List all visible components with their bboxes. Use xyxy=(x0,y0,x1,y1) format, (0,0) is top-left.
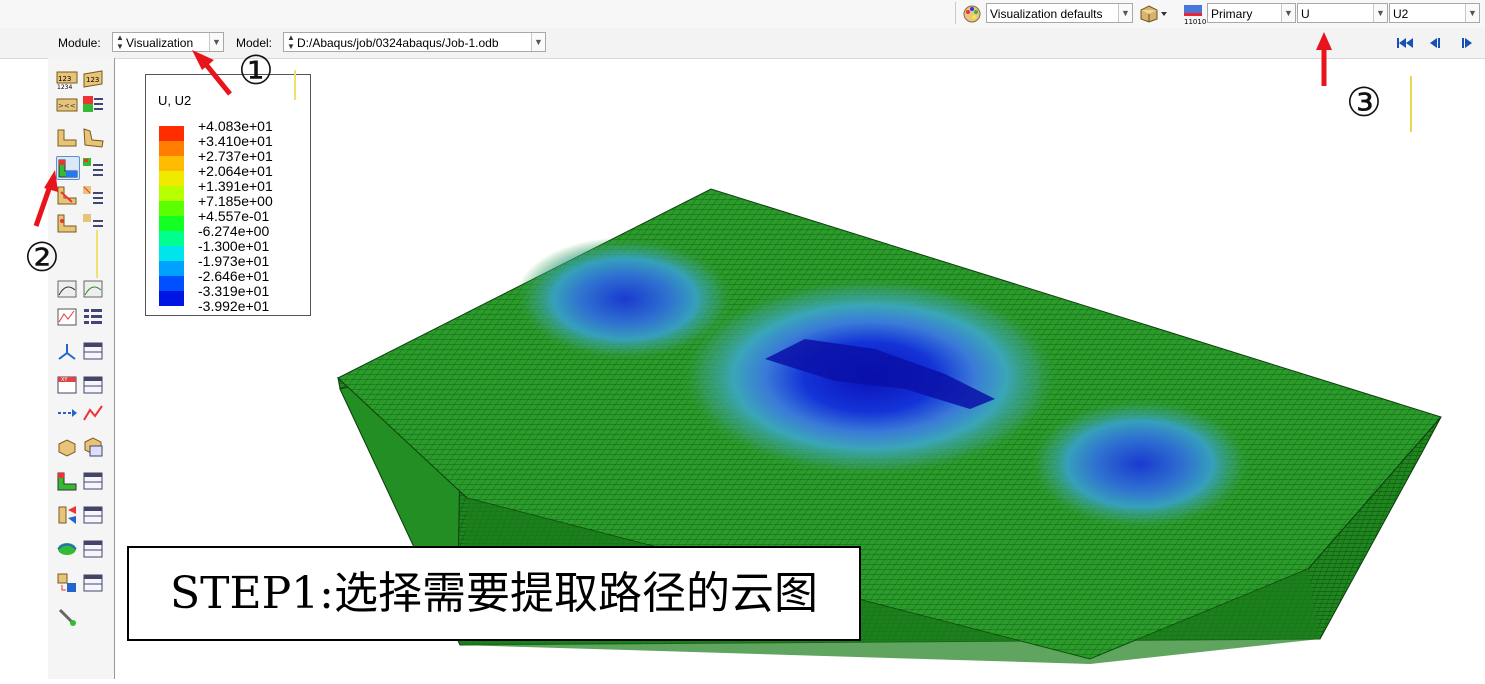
step-caption-text: STEP1:选择需要提取路径的云图 xyxy=(169,568,819,619)
arrow-1 xyxy=(192,50,232,96)
arrow-3 xyxy=(1316,32,1332,86)
step-caption-box: STEP1:选择需要提取路径的云图 xyxy=(127,546,861,641)
arrow-2 xyxy=(33,170,58,227)
